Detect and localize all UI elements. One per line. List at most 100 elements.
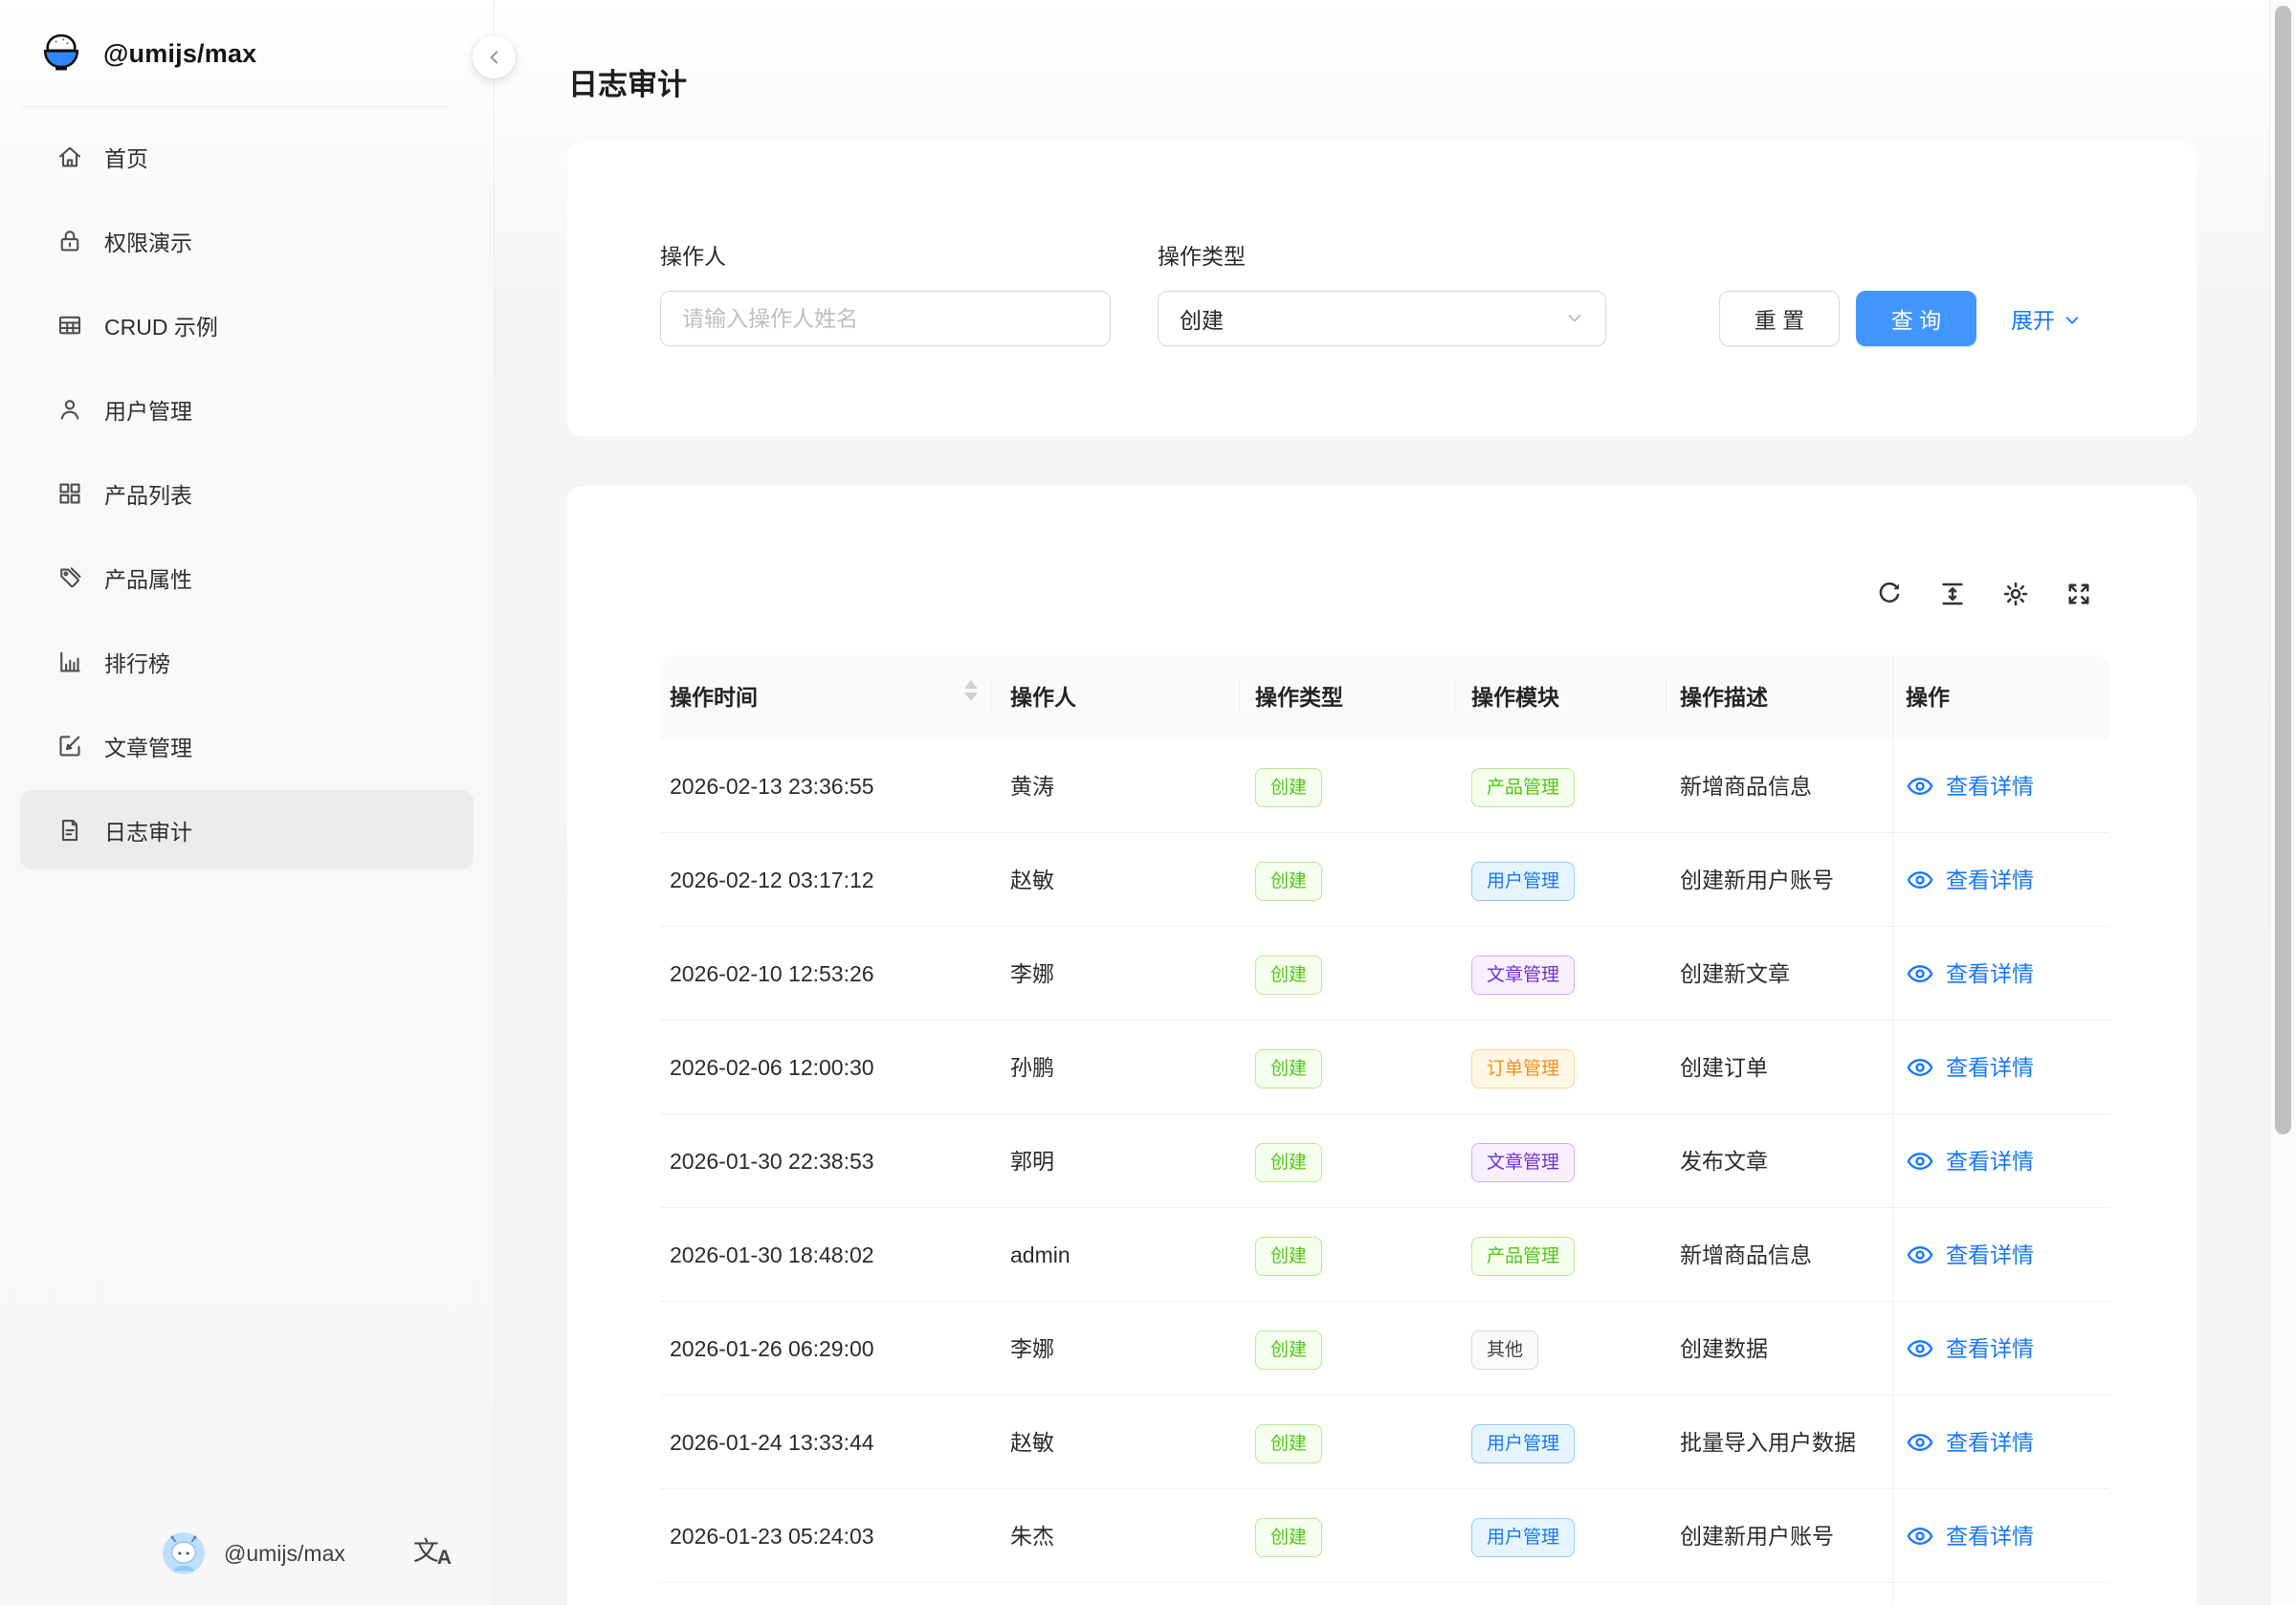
module-tag: 其他 <box>1471 1330 1538 1370</box>
sidebar-item-4[interactable]: 用户管理 <box>20 369 474 449</box>
fullscreen-icon[interactable] <box>2063 578 2095 610</box>
cell-time: 2026-02-12 03:17:12 <box>670 833 874 927</box>
query-button[interactable]: 查 询 <box>1856 291 1976 346</box>
chevron-left-icon <box>485 48 504 67</box>
view-detail-link[interactable]: 查看详情 <box>1906 1489 2034 1583</box>
cell-description: 创建新用户账号 <box>1680 833 1890 927</box>
operation-type-label: 操作类型 <box>1158 238 1246 271</box>
sort-carets-icon[interactable] <box>964 680 978 701</box>
view-detail-link[interactable]: 查看详情 <box>1906 833 2034 927</box>
cell-description: 创建新文章 <box>1680 927 1890 1021</box>
operation-type-select[interactable]: 创建 <box>1158 291 1606 346</box>
type-tag: 创建 <box>1255 768 1322 807</box>
sidebar-collapse-button[interactable] <box>473 35 516 78</box>
cell-operator: 黄涛 <box>1010 739 1054 833</box>
type-tag: 创建 <box>1255 1049 1322 1088</box>
view-detail-link[interactable]: 查看详情 <box>1906 1396 2034 1489</box>
operator-input[interactable] <box>660 291 1111 346</box>
cell-operator: 赵敏 <box>1010 833 1054 927</box>
rice-bowl-logo-icon <box>36 29 86 78</box>
view-detail-link[interactable]: 查看详情 <box>1906 927 2034 1021</box>
module-tag: 文章管理 <box>1471 956 1575 995</box>
cell-module: 用户管理 <box>1471 1396 1575 1489</box>
sidebar-item-label: 排行榜 <box>104 646 170 678</box>
operator-label: 操作人 <box>660 238 726 271</box>
sidebar: @umijs/max 首页权限演示 CRUD 示例用户管理产品列表产品属性排行榜文… <box>0 0 495 1605</box>
view-detail-label: 查看详情 <box>1946 739 2034 833</box>
view-detail-label: 查看详情 <box>1946 927 2034 1021</box>
page-scrollbar-thumb[interactable] <box>2275 6 2291 1134</box>
type-tag: 创建 <box>1255 1143 1322 1182</box>
eye-icon <box>1906 959 1934 988</box>
col-header-desc: 操作描述 <box>1680 655 1768 739</box>
view-detail-link[interactable]: 查看详情 <box>1906 739 2034 833</box>
lock-icon <box>55 227 84 255</box>
cell-time: 2026-01-30 22:38:53 <box>670 1114 874 1208</box>
sidebar-item-1[interactable]: 首页 <box>20 117 474 196</box>
cell-type: 创建 <box>1255 739 1322 833</box>
sidebar-item-6[interactable]: 产品属性 <box>20 538 474 617</box>
cell-module: 产品管理 <box>1471 1208 1575 1302</box>
cell-type: 创建 <box>1255 1489 1322 1583</box>
cell-operator: 郭明 <box>1010 1114 1054 1208</box>
cell-module: 用户管理 <box>1471 833 1575 927</box>
module-tag: 产品管理 <box>1471 768 1575 807</box>
file-text-icon <box>55 816 84 845</box>
eye-icon <box>1906 772 1934 801</box>
sidebar-item-label: 权限演示 <box>104 225 192 257</box>
cell-module: 产品管理 <box>1471 739 1575 833</box>
edit-icon <box>55 732 84 760</box>
cell-description: 新增商品信息 <box>1680 1208 1890 1302</box>
eye-icon <box>1906 866 1934 894</box>
sidebar-item-label: 产品列表 <box>104 477 192 510</box>
col-header-time[interactable]: 操作时间 <box>670 655 758 739</box>
view-detail-link[interactable]: 查看详情 <box>1906 1021 2034 1114</box>
page-title: 日志审计 <box>568 60 687 103</box>
sidebar-item-8[interactable]: 文章管理 <box>20 706 474 785</box>
view-detail-label: 查看详情 <box>1946 1489 2034 1583</box>
cell-description: 创建订单 <box>1680 1021 1890 1114</box>
sidebar-item-5[interactable]: 产品列表 <box>20 453 474 533</box>
reload-icon[interactable] <box>1873 578 1906 610</box>
cell-time: 2026-01-26 06:29:00 <box>670 1302 874 1396</box>
sidebar-item-2[interactable]: 权限演示 <box>20 201 474 280</box>
translation-icon[interactable]: 文A <box>413 1539 452 1568</box>
column-height-icon[interactable] <box>1936 578 1969 610</box>
col-header-type: 操作类型 <box>1255 655 1343 739</box>
cell-type: 创建 <box>1255 927 1322 1021</box>
view-detail-link[interactable]: 查看详情 <box>1906 1302 2034 1396</box>
cell-time: 2026-01-30 18:48:02 <box>670 1208 874 1302</box>
cell-description: 发布文章 <box>1680 1114 1890 1208</box>
sidebar-item-9[interactable]: 日志审计 <box>20 790 474 869</box>
sidebar-item-7[interactable]: 排行榜 <box>20 622 474 701</box>
brand-header[interactable]: @umijs/max <box>0 0 494 107</box>
bar-chart-icon <box>55 648 84 676</box>
cell-type: 创建 <box>1255 1021 1322 1114</box>
user-avatar[interactable] <box>163 1532 205 1574</box>
eye-icon <box>1906 1147 1934 1176</box>
eye-icon <box>1906 1334 1934 1363</box>
table-toolbar <box>1873 578 2095 610</box>
cell-time: 2026-02-10 12:53:26 <box>670 927 874 1021</box>
col-header-action: 操作 <box>1906 655 1950 739</box>
cell-type: 创建 <box>1255 1208 1322 1302</box>
view-detail-label: 查看详情 <box>1946 1396 2034 1489</box>
expand-toggle[interactable]: 展开 <box>2011 291 2081 346</box>
view-detail-link[interactable]: 查看详情 <box>1906 1114 2034 1208</box>
reset-button[interactable]: 重 置 <box>1719 291 1840 346</box>
cell-type: 创建 <box>1255 1302 1322 1396</box>
eye-icon <box>1906 1522 1934 1550</box>
cell-operator: 李娜 <box>1010 927 1054 1021</box>
view-detail-link[interactable]: 查看详情 <box>1906 1208 2034 1302</box>
sidebar-item-3[interactable]: CRUD 示例 <box>20 285 474 364</box>
sidebar-item-label: 日志审计 <box>104 814 192 846</box>
table-icon <box>55 311 84 340</box>
brand-title: @umijs/max <box>103 39 256 69</box>
sidebar-item-label: CRUD 示例 <box>104 309 218 341</box>
cell-module: 其他 <box>1471 1302 1538 1396</box>
cell-description: 新增商品信息 <box>1680 739 1890 833</box>
chevron-down-icon <box>1565 309 1584 328</box>
home-icon <box>55 143 84 171</box>
view-detail-label: 查看详情 <box>1946 1114 2034 1208</box>
settings-gear-icon[interactable] <box>1999 578 2032 610</box>
